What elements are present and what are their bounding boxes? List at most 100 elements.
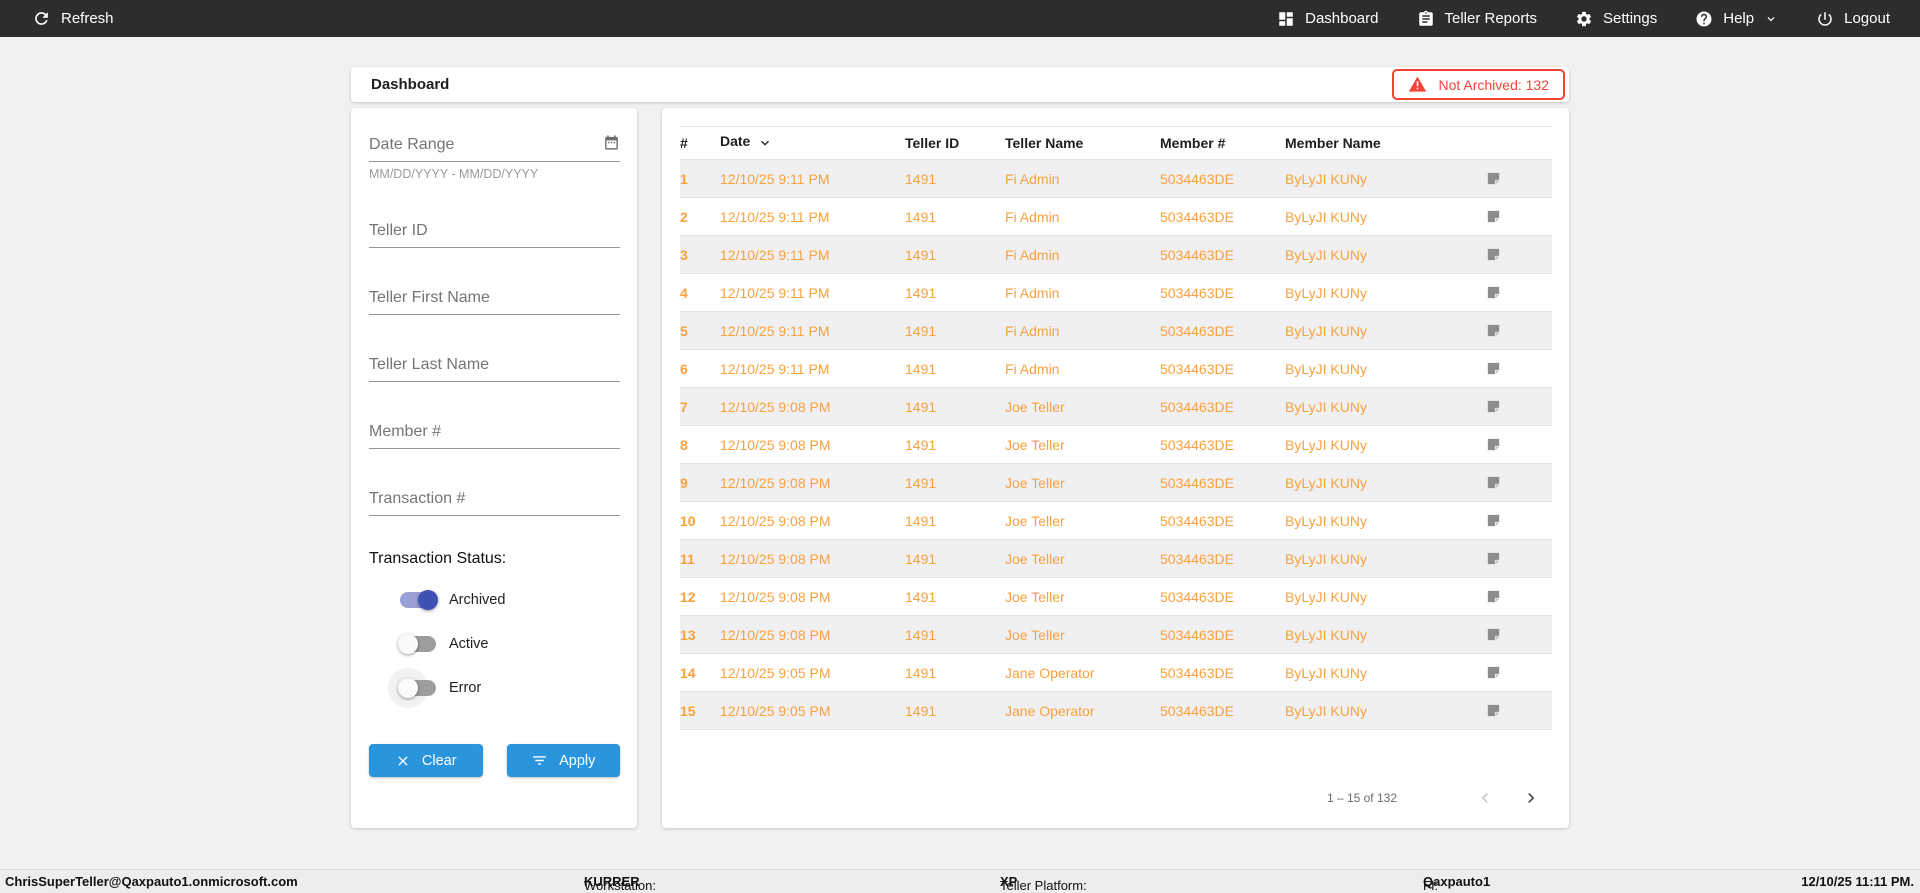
nav-help[interactable]: Help bbox=[1695, 10, 1778, 28]
teller-id-input[interactable] bbox=[369, 220, 620, 248]
cell-member-name: ByLyJI KUNy bbox=[1285, 398, 1367, 415]
toggle-row-error: Error bbox=[398, 676, 620, 700]
cell-row-number: 5 bbox=[680, 322, 688, 339]
table-row[interactable]: 13 12/10/25 9:08 PM 1491 Joe Teller 5034… bbox=[680, 616, 1552, 654]
nav-teller-reports[interactable]: Teller Reports bbox=[1417, 10, 1537, 28]
table-row[interactable]: 5 12/10/25 9:11 PM 1491 Fi Admin 5034463… bbox=[680, 312, 1552, 350]
refresh-button[interactable]: Refresh bbox=[32, 9, 114, 28]
status-bar: ChrisSuperTeller@Qaxpauto1.onmicrosoft.c… bbox=[0, 869, 1920, 893]
note-icon[interactable] bbox=[1485, 170, 1502, 187]
close-icon bbox=[395, 753, 411, 769]
teller-last-name-input[interactable] bbox=[369, 354, 620, 382]
note-icon[interactable] bbox=[1485, 208, 1502, 225]
column-header-teller-id[interactable]: Teller ID bbox=[905, 135, 1005, 151]
cell-teller-id: 1491 bbox=[905, 664, 937, 681]
cell-member-name: ByLyJI KUNy bbox=[1285, 588, 1367, 605]
note-icon[interactable] bbox=[1485, 626, 1502, 643]
column-header-teller-name[interactable]: Teller Name bbox=[1005, 135, 1160, 151]
cell-member-name: ByLyJI KUNy bbox=[1285, 702, 1367, 719]
cell-member-number: 5034463DE bbox=[1160, 170, 1234, 187]
clear-button-label: Clear bbox=[421, 752, 457, 769]
cell-member-number: 5034463DE bbox=[1160, 436, 1234, 453]
transaction-input[interactable] bbox=[369, 488, 620, 516]
cell-date: 12/10/25 9:11 PM bbox=[720, 208, 830, 225]
clear-button[interactable]: Clear bbox=[369, 744, 483, 777]
note-icon[interactable] bbox=[1485, 512, 1502, 529]
apply-button[interactable]: Apply bbox=[506, 744, 620, 777]
table-row[interactable]: 1 12/10/25 9:11 PM 1491 Fi Admin 5034463… bbox=[680, 160, 1552, 198]
note-icon[interactable] bbox=[1485, 360, 1502, 377]
table-row[interactable]: 8 12/10/25 9:08 PM 1491 Joe Teller 50344… bbox=[680, 426, 1552, 464]
table-row[interactable]: 10 12/10/25 9:08 PM 1491 Joe Teller 5034… bbox=[680, 502, 1552, 540]
cell-teller-id: 1491 bbox=[905, 360, 937, 377]
note-icon[interactable] bbox=[1485, 550, 1502, 567]
pagination: 1 – 15 of 132 bbox=[1327, 788, 1541, 808]
column-header-member-name[interactable]: Member Name bbox=[1285, 135, 1480, 151]
nav-logout[interactable]: Logout bbox=[1816, 10, 1890, 28]
column-header-date[interactable]: Date bbox=[720, 133, 905, 154]
note-icon[interactable] bbox=[1485, 436, 1502, 453]
table-row[interactable]: 15 12/10/25 9:05 PM 1491 Jane Operator 5… bbox=[680, 692, 1552, 730]
active-toggle[interactable] bbox=[398, 634, 436, 654]
cell-date: 12/10/25 9:11 PM bbox=[720, 284, 830, 301]
cell-member-name: ByLyJI KUNy bbox=[1285, 322, 1367, 339]
nav-settings[interactable]: Settings bbox=[1575, 10, 1657, 28]
cell-teller-name: Joe Teller bbox=[1005, 474, 1065, 491]
error-toggle[interactable] bbox=[398, 678, 436, 698]
cell-teller-id: 1491 bbox=[905, 170, 937, 187]
cell-teller-name: Fi Admin bbox=[1005, 284, 1060, 301]
table-row[interactable]: 2 12/10/25 9:11 PM 1491 Fi Admin 5034463… bbox=[680, 198, 1552, 236]
active-toggle-label: Active bbox=[449, 636, 489, 652]
cell-member-name: ByLyJI KUNy bbox=[1285, 664, 1367, 681]
table-row[interactable]: 4 12/10/25 9:11 PM 1491 Fi Admin 5034463… bbox=[680, 274, 1552, 312]
note-icon[interactable] bbox=[1485, 246, 1502, 263]
previous-page-button[interactable] bbox=[1475, 788, 1495, 808]
date-range-input[interactable] bbox=[369, 134, 620, 162]
dashboard-icon bbox=[1277, 10, 1295, 28]
cell-row-number: 3 bbox=[680, 246, 688, 263]
note-icon[interactable] bbox=[1485, 588, 1502, 605]
note-icon[interactable] bbox=[1485, 702, 1502, 719]
member-input[interactable] bbox=[369, 421, 620, 449]
cell-teller-name: Joe Teller bbox=[1005, 398, 1065, 415]
note-icon[interactable] bbox=[1485, 664, 1502, 681]
cell-date: 12/10/25 9:11 PM bbox=[720, 322, 830, 339]
cell-member-number: 5034463DE bbox=[1160, 474, 1234, 491]
table-row[interactable]: 7 12/10/25 9:08 PM 1491 Joe Teller 50344… bbox=[680, 388, 1552, 426]
archived-toggle[interactable] bbox=[400, 590, 438, 610]
teller-first-name-input[interactable] bbox=[369, 287, 620, 315]
cell-teller-id: 1491 bbox=[905, 398, 937, 415]
cell-member-number: 5034463DE bbox=[1160, 246, 1234, 263]
cell-teller-name: Fi Admin bbox=[1005, 360, 1060, 377]
cell-teller-name: Fi Admin bbox=[1005, 208, 1060, 225]
cell-row-number: 1 bbox=[680, 170, 688, 187]
table-row[interactable]: 12 12/10/25 9:08 PM 1491 Joe Teller 5034… bbox=[680, 578, 1552, 616]
refresh-label: Refresh bbox=[61, 10, 114, 27]
column-header-num[interactable]: # bbox=[680, 135, 720, 151]
chevron-down-icon bbox=[1764, 12, 1778, 26]
note-icon[interactable] bbox=[1485, 284, 1502, 301]
table-row[interactable]: 11 12/10/25 9:08 PM 1491 Joe Teller 5034… bbox=[680, 540, 1552, 578]
cell-teller-name: Jane Operator bbox=[1005, 664, 1095, 681]
note-icon[interactable] bbox=[1485, 322, 1502, 339]
next-page-button[interactable] bbox=[1521, 788, 1541, 808]
cell-row-number: 15 bbox=[680, 702, 696, 719]
nav-dashboard[interactable]: Dashboard bbox=[1277, 10, 1379, 28]
note-icon[interactable] bbox=[1485, 398, 1502, 415]
sort-desc-icon bbox=[753, 138, 773, 154]
table-row[interactable]: 3 12/10/25 9:11 PM 1491 Fi Admin 5034463… bbox=[680, 236, 1552, 274]
calendar-icon[interactable] bbox=[603, 134, 620, 154]
not-archived-badge[interactable]: Not Archived: 132 bbox=[1392, 69, 1565, 100]
cell-teller-id: 1491 bbox=[905, 474, 937, 491]
cell-member-number: 5034463DE bbox=[1160, 664, 1234, 681]
cell-member-number: 5034463DE bbox=[1160, 512, 1234, 529]
table-row[interactable]: 14 12/10/25 9:05 PM 1491 Jane Operator 5… bbox=[680, 654, 1552, 692]
table-row[interactable]: 9 12/10/25 9:08 PM 1491 Joe Teller 50344… bbox=[680, 464, 1552, 502]
table-row[interactable]: 6 12/10/25 9:11 PM 1491 Fi Admin 5034463… bbox=[680, 350, 1552, 388]
column-header-member[interactable]: Member # bbox=[1160, 135, 1285, 151]
note-icon[interactable] bbox=[1485, 474, 1502, 491]
error-toggle-label: Error bbox=[449, 680, 482, 696]
cell-teller-name: Fi Admin bbox=[1005, 170, 1060, 187]
apply-button-label: Apply bbox=[559, 752, 596, 769]
status-fi: FI: Qaxpauto1 bbox=[1423, 874, 1491, 893]
